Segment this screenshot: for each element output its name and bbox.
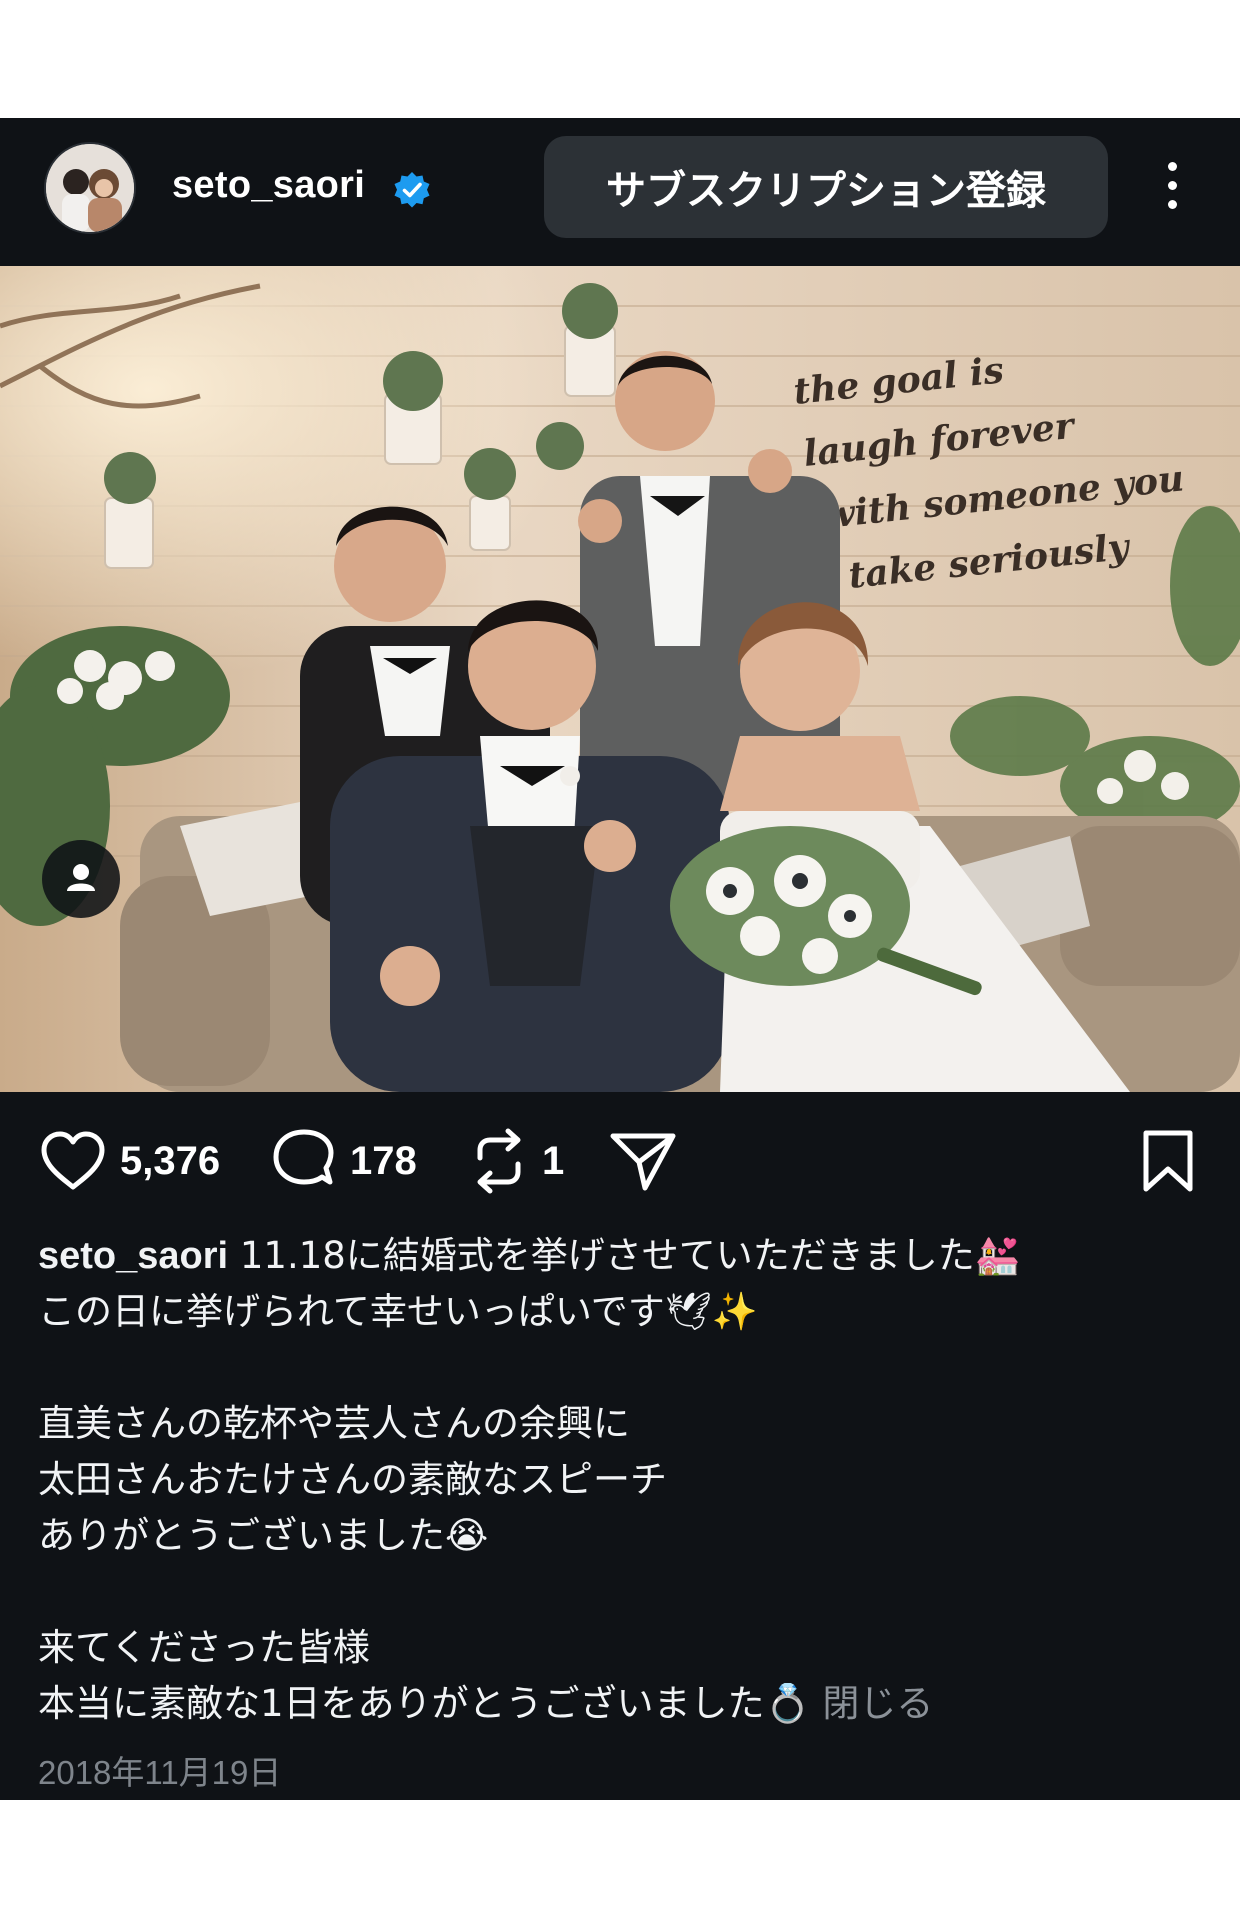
caption-username[interactable]: seto_saori (38, 1235, 228, 1277)
share-icon[interactable] (608, 1128, 678, 1194)
caption-line: ありがとうございました😭 (38, 1514, 489, 1557)
more-options-icon[interactable] (1160, 162, 1184, 218)
comment-icon[interactable] (270, 1128, 338, 1194)
post-date: 2018年11月19日 (38, 1754, 282, 1791)
comment-action[interactable]: 178 (270, 1126, 417, 1196)
username[interactable]: seto_saori (172, 164, 365, 207)
post-actions: 5,376 178 1 (0, 1096, 1240, 1216)
caption-line: この日に挙げられて幸せいっぱいです🕊✨ (38, 1290, 758, 1333)
comment-count: 178 (350, 1138, 417, 1183)
user-tag-icon[interactable] (42, 840, 120, 918)
post-photo[interactable]: the goal is laugh forever with someone y… (0, 266, 1240, 1092)
verified-badge-icon (394, 172, 430, 208)
profile-avatar[interactable] (44, 142, 136, 234)
like-action[interactable]: 5,376 (38, 1126, 220, 1196)
caption-line: seto_saori 11.18に結婚式を挙げさせていただきました💒 (38, 1228, 1198, 1284)
share-action[interactable] (608, 1126, 678, 1196)
caption-text: 11.18に結婚式を挙げさせていただきました💒 (239, 1234, 1021, 1277)
subscribe-button[interactable]: サブスクリプション登録 (544, 136, 1108, 238)
caption-line: 直美さんの乾杯や芸人さんの余興に (38, 1402, 630, 1445)
post-caption: seto_saori 11.18に結婚式を挙げさせていただきました💒 この日に挙… (38, 1228, 1198, 1732)
bookmark-icon[interactable] (1140, 1129, 1196, 1193)
repost-icon[interactable] (468, 1128, 530, 1194)
caption-line: 本当に素敵な1日をありがとうございました💍 閉じる (38, 1676, 1198, 1732)
repost-action[interactable]: 1 (468, 1126, 564, 1196)
post-header: seto_saori サブスクリプション登録 (0, 118, 1240, 266)
instagram-post: seto_saori サブスクリプション登録 the goal is laugh… (0, 118, 1240, 1800)
caption-text: 本当に素敵な1日をありがとうございました💍 (38, 1682, 811, 1725)
heart-icon[interactable] (38, 1129, 108, 1193)
close-caption-link[interactable]: 閉じる (822, 1682, 933, 1725)
bookmark-action[interactable] (1140, 1126, 1196, 1196)
caption-line: 太田さんおたけさんの素敵なスピーチ (38, 1458, 667, 1501)
caption-line: 来てくださった皆様 (38, 1626, 370, 1669)
like-count: 5,376 (120, 1138, 221, 1183)
repost-count: 1 (542, 1138, 565, 1183)
